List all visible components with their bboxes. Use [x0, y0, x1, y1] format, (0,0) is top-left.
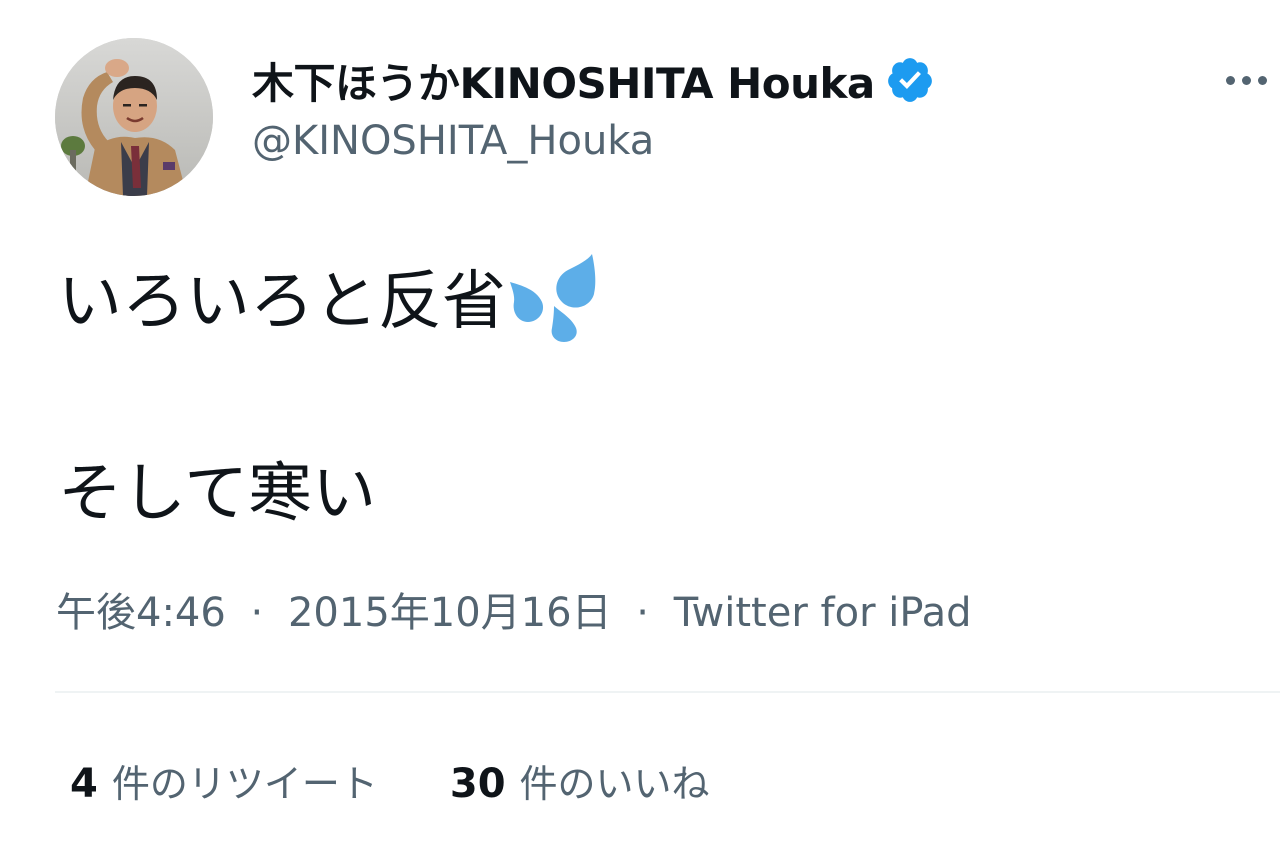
meta-separator: ·: [250, 590, 264, 636]
likes-stat[interactable]: 30 件のいいね: [450, 753, 710, 808]
user-handle[interactable]: @KINOSHITA_Houka: [252, 118, 654, 164]
tweet-date[interactable]: 2015年10月16日: [288, 590, 612, 636]
tweet-text-line-1: いろいろと反省: [58, 248, 602, 344]
tweet-text-line-2: そして寒い: [58, 440, 376, 536]
likes-count: 30: [449, 760, 506, 807]
retweets-count: 4: [70, 760, 98, 807]
meta-separator: ·: [636, 590, 650, 636]
tweet-text: そして寒い: [58, 457, 377, 531]
sweat-droplets-emoji: [506, 248, 602, 344]
verified-badge-icon: [885, 55, 935, 105]
tweet-text: いろいろと反省: [58, 265, 506, 339]
tweet-time[interactable]: 午後4:46: [56, 590, 226, 636]
divider: [55, 691, 1280, 693]
retweets-label: 件のリツイート: [111, 761, 378, 806]
retweets-stat[interactable]: 4 件のリツイート: [70, 753, 378, 808]
more-options-icon[interactable]: [1226, 62, 1280, 98]
tweet-meta: 午後4:46 · 2015年10月16日 · Twitter for iPad: [56, 580, 972, 638]
avatar[interactable]: [55, 38, 213, 196]
more-dot: [1226, 75, 1235, 85]
likes-label: 件のいいね: [519, 761, 710, 806]
user-display-name[interactable]: 木下ほうかKINOSHITA Houka: [252, 50, 935, 110]
avatar-image: [55, 38, 213, 196]
more-dot: [1258, 75, 1267, 85]
more-dot: [1242, 75, 1251, 85]
display-name-text: 木下ほうかKINOSHITA Houka: [252, 58, 875, 108]
tweet-source[interactable]: Twitter for iPad: [674, 590, 972, 636]
tweet-stats: 4 件のリツイート 30 件のいいね: [70, 750, 710, 810]
